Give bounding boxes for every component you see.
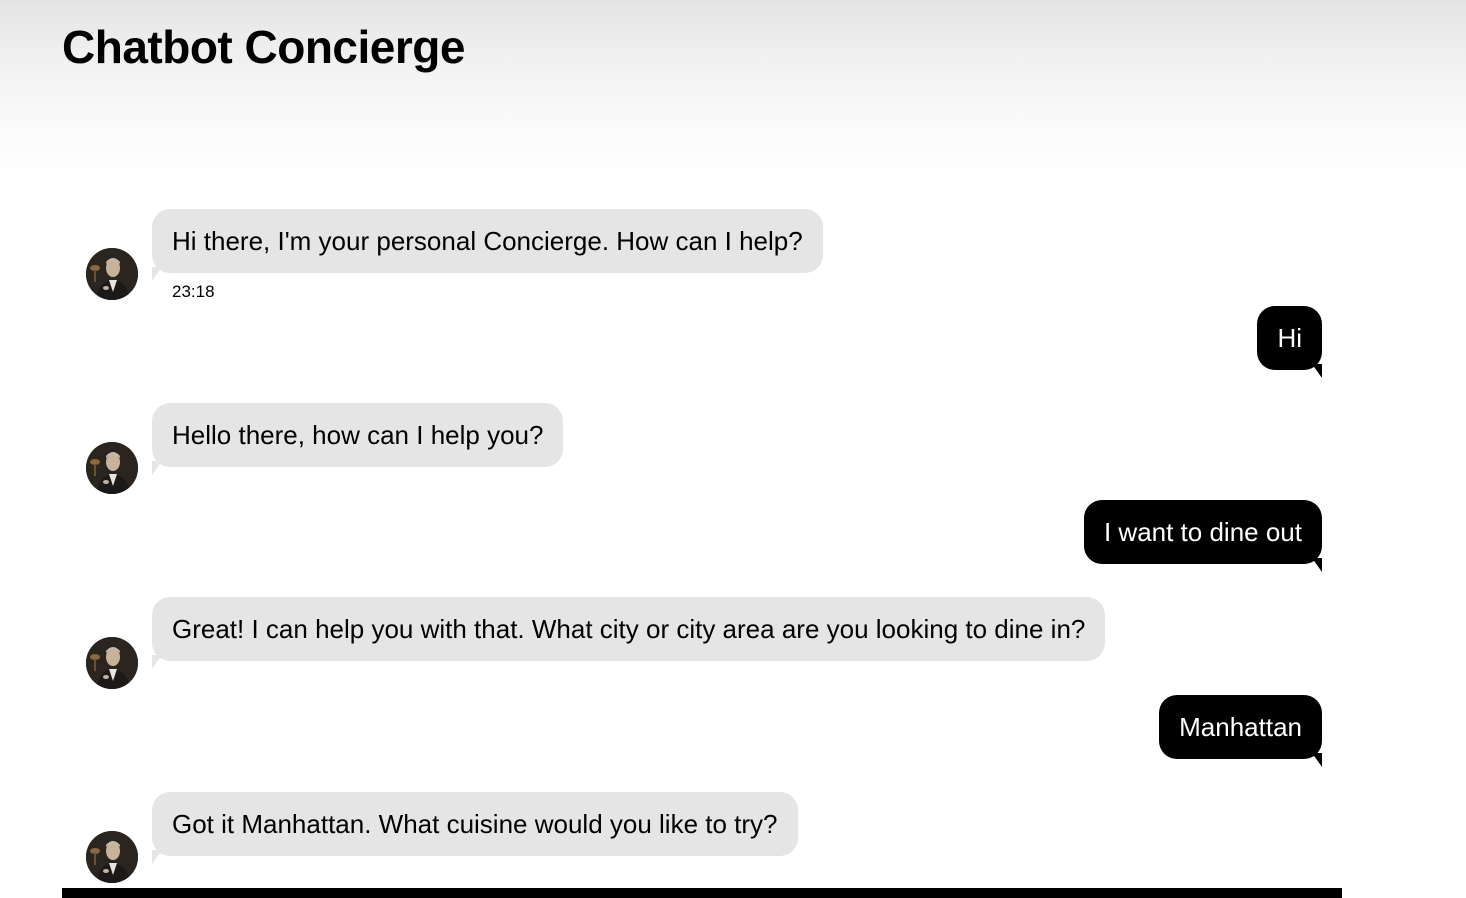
bot-message-bubble: Hi there, I'm your personal Concierge. H…: [152, 209, 823, 281]
concierge-avatar-icon: [86, 831, 138, 883]
concierge-avatar-icon: [86, 442, 138, 494]
user-message-bubble: Hi: [1257, 306, 1322, 378]
concierge-avatar-icon: [86, 248, 138, 300]
chat-transcript: Hi there, I'm your personal Concierge. H…: [62, 0, 1342, 898]
bot-message-bubble: Great! I can help you with that. What ci…: [152, 597, 1106, 669]
bot-message-bubble: Hello there, how can I help you?: [152, 403, 564, 475]
bot-message-bubble: Got it Manhattan. What cuisine would you…: [152, 792, 798, 864]
message-input-bar[interactable]: [62, 888, 1342, 898]
concierge-avatar-icon: [86, 637, 138, 689]
user-message-bubble: I want to dine out: [1083, 500, 1323, 572]
message-timestamp: 23:18: [172, 282, 215, 301]
user-message-bubble: Manhattan: [1159, 695, 1322, 767]
